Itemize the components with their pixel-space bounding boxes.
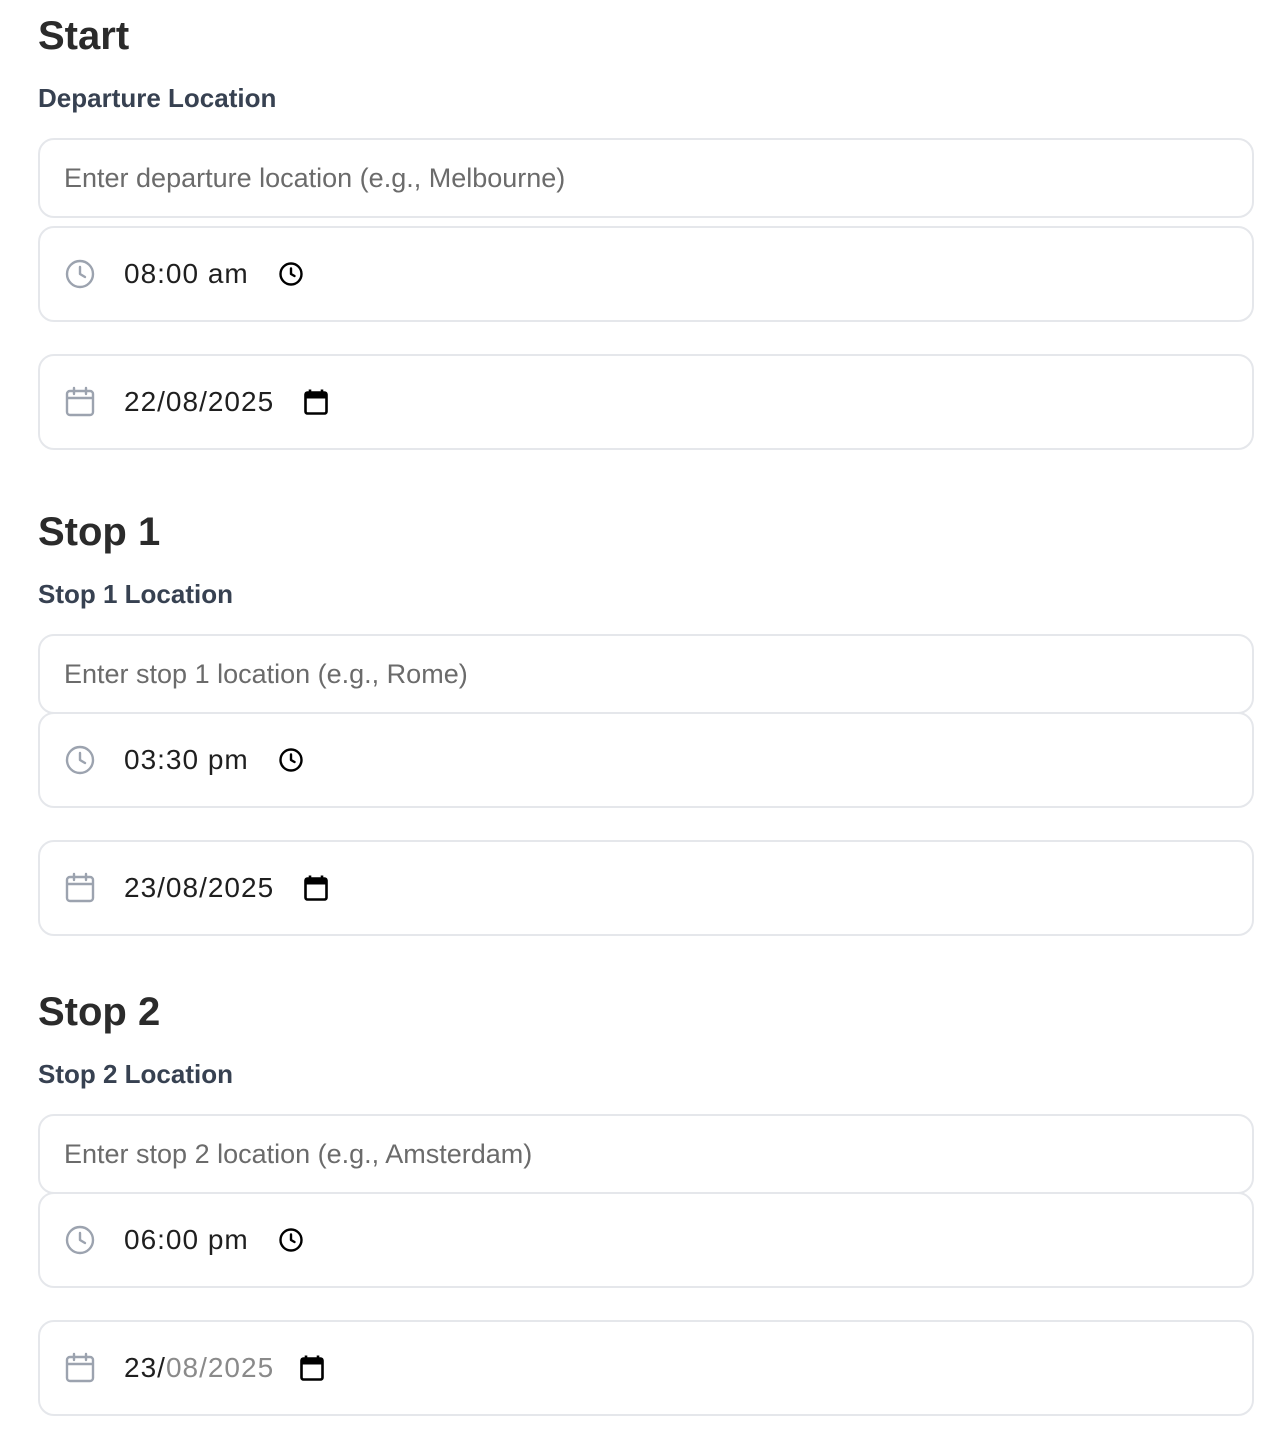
- stop-1-time-field[interactable]: 03:30 pm: [38, 712, 1254, 808]
- stop-2-date-field[interactable]: 23/08/2025: [38, 1320, 1254, 1416]
- stop-2-date-day: 23/: [124, 1352, 166, 1383]
- stop-2-location-label: Stop 2 Location: [38, 1059, 233, 1089]
- calendar-icon: [64, 1352, 96, 1384]
- stop-2-time-value: 06:00 pm: [124, 1224, 249, 1255]
- stop-2-location-input[interactable]: [64, 1138, 1228, 1170]
- departure-date-value: 22/08/2025: [124, 386, 275, 417]
- clock-icon: [64, 258, 96, 290]
- section-stop-2: Stop 2 Stop 2 Location 06:00 pm 23/08/20…: [38, 988, 1254, 1416]
- departure-location-input[interactable]: [64, 162, 1228, 194]
- departure-time-field[interactable]: 08:00 am: [38, 226, 1254, 322]
- clock-picker-icon[interactable]: [277, 1226, 305, 1254]
- departure-date-field[interactable]: 22/08/2025: [38, 354, 1254, 450]
- departure-time-value: 08:00 am: [124, 258, 249, 289]
- calendar-icon: [64, 872, 96, 904]
- calendar-picker-icon[interactable]: [298, 1354, 326, 1382]
- clock-picker-icon[interactable]: [277, 746, 305, 774]
- calendar-picker-icon[interactable]: [302, 874, 330, 902]
- stop-1-location-label: Stop 1 Location: [38, 579, 233, 609]
- section-title: Stop 1: [38, 510, 161, 554]
- stop-2-time-field[interactable]: 06:00 pm: [38, 1192, 1254, 1288]
- stop-2-location-field[interactable]: [38, 1114, 1254, 1194]
- stop-1-date-field[interactable]: 23/08/2025: [38, 840, 1254, 936]
- stop-1-date-value: 23/08/2025: [124, 872, 275, 903]
- section-title: Start: [38, 14, 130, 58]
- departure-location-field[interactable]: [38, 138, 1254, 218]
- stop-2-date-value: 23/08/2025: [124, 1352, 274, 1384]
- stop-2-date-rest: 08/2025: [165, 1352, 275, 1383]
- clock-picker-icon[interactable]: [277, 260, 305, 288]
- section-start: Start Departure Location 08:00 am 22/08/…: [38, 12, 1254, 450]
- section-stop-1: Stop 1 Stop 1 Location 03:30 pm 23/08/20…: [38, 508, 1254, 936]
- section-title: Stop 2: [38, 990, 161, 1034]
- departure-location-label: Departure Location: [38, 83, 277, 113]
- stop-1-location-field[interactable]: [38, 634, 1254, 714]
- stop-1-time-value: 03:30 pm: [124, 744, 249, 775]
- stop-1-location-input[interactable]: [64, 658, 1228, 690]
- calendar-picker-icon[interactable]: [302, 388, 330, 416]
- clock-icon: [64, 1224, 96, 1256]
- calendar-icon: [64, 386, 96, 418]
- clock-icon: [64, 744, 96, 776]
